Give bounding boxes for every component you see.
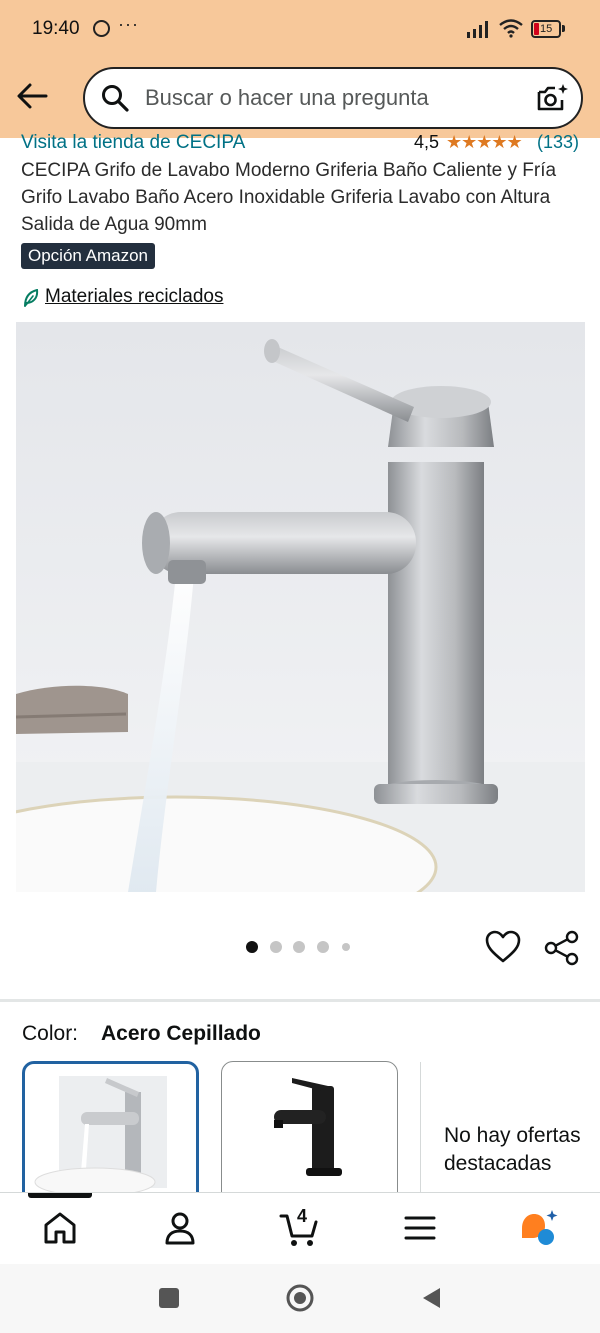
system-back-icon[interactable] (420, 1286, 442, 1310)
share-icon[interactable] (543, 929, 581, 967)
wifi-icon (499, 19, 523, 38)
no-offers-text: No hay ofertas destacadas (444, 1124, 581, 1175)
more-notifications-icon: ··· (118, 14, 139, 34)
battery-icon: 15 (531, 20, 561, 38)
carousel-dot[interactable] (317, 941, 329, 953)
color-label: Color: (22, 1022, 79, 1045)
product-title: CECIPA Grifo de Lavabo Moderno Griferia … (21, 160, 557, 235)
recent-apps-icon[interactable] (158, 1287, 180, 1309)
swatch-image-black (274, 1078, 342, 1176)
section-divider (0, 999, 600, 1002)
search-input[interactable] (145, 80, 515, 116)
carousel-dot[interactable] (342, 943, 350, 951)
search-icon (102, 85, 129, 112)
home-button-icon[interactable] (285, 1283, 315, 1313)
back-arrow-icon[interactable] (14, 78, 50, 114)
leaf-icon (24, 289, 39, 307)
menu-icon[interactable] (400, 1208, 440, 1248)
rating-value: 4,5 (414, 132, 440, 152)
recycled-materials-link[interactable]: Materiales reciclados (45, 286, 223, 308)
camera-search-icon[interactable] (535, 82, 569, 114)
account-icon[interactable] (160, 1208, 200, 1248)
carousel-dot[interactable] (293, 941, 305, 953)
rufus-assistant-icon[interactable] (518, 1208, 558, 1248)
carousel-dot[interactable] (270, 941, 282, 953)
home-icon[interactable] (40, 1208, 80, 1248)
store-link[interactable]: Visita la tienda de CECIPA (21, 132, 245, 154)
swatch-image-brushed-steel (34, 1076, 167, 1197)
carousel-dot-active[interactable] (246, 941, 258, 953)
whatsapp-notification-icon (93, 20, 110, 37)
battery-level: 15 (540, 23, 553, 35)
color-swatch-black[interactable] (221, 1061, 398, 1211)
rating-count[interactable]: (133) (537, 132, 579, 153)
status-time: 19:40 (32, 18, 80, 39)
rating-stars[interactable]: ★★★★★ (446, 132, 523, 153)
active-tab-indicator (28, 1193, 92, 1198)
cart-count: 4 (297, 1206, 308, 1226)
selected-color: Acero Cepillado (101, 1022, 261, 1045)
product-image[interactable] (16, 322, 585, 892)
amazon-choice-badge[interactable]: Opción Amazon (21, 243, 156, 269)
color-swatch-brushed-steel[interactable] (22, 1061, 199, 1211)
wishlist-heart-icon[interactable] (484, 929, 522, 965)
signal-icon (467, 21, 488, 38)
